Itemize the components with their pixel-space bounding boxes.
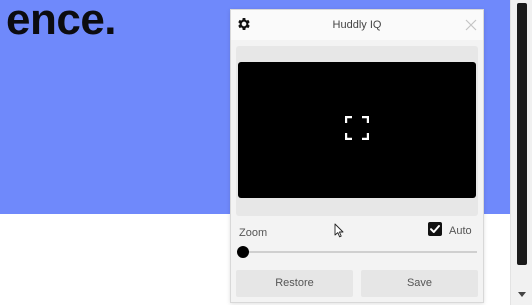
zoom-label: Zoom: [239, 227, 268, 239]
huddly-iq-panel: Huddly IQ Zoom Auto Restore Save: [230, 9, 484, 303]
zoom-slider-track[interactable]: [241, 251, 477, 253]
zoom-slider-thumb[interactable]: [237, 246, 249, 258]
auto-label: Auto: [449, 225, 472, 237]
fullscreen-icon[interactable]: [345, 116, 369, 140]
hero-headline: ence.: [6, 0, 117, 44]
panel-title: Huddly IQ: [332, 19, 382, 31]
camera-preview-frame: [236, 46, 478, 216]
page-scrollbar[interactable]: [510, 0, 532, 305]
camera-preview: [238, 62, 476, 198]
save-button[interactable]: Save: [361, 270, 478, 297]
panel-titlebar: Huddly IQ: [231, 10, 483, 40]
restore-button[interactable]: Restore: [236, 270, 353, 297]
gear-icon[interactable]: [236, 16, 252, 32]
cursor-icon: [334, 223, 344, 238]
scrollbar-thumb[interactable]: [517, 3, 527, 265]
scroll-down-arrow-icon[interactable]: [518, 292, 526, 297]
checkmark-icon: [430, 225, 440, 233]
close-icon[interactable]: [465, 19, 477, 31]
auto-checkbox[interactable]: [428, 222, 442, 236]
